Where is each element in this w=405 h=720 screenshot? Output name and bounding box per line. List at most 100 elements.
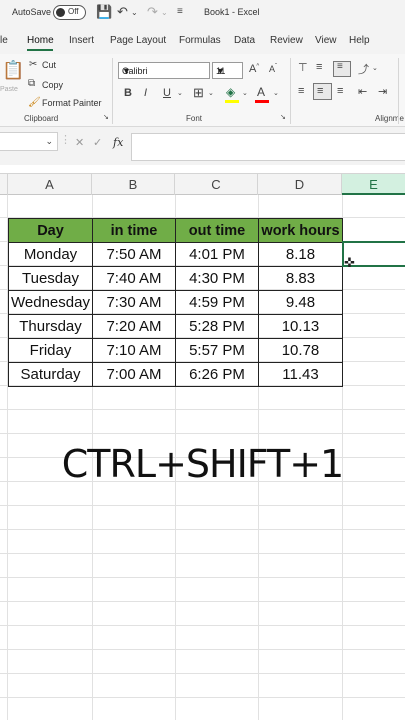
copy-icon[interactable]: ⧉ bbox=[28, 78, 35, 89]
header-cell-out-time[interactable]: out time bbox=[175, 218, 259, 243]
format-painter-button[interactable]: Format Painter bbox=[42, 98, 102, 108]
tab-home[interactable]: Home bbox=[27, 35, 54, 46]
table-row: Friday 7:10 AM 5:57 PM 10.78 bbox=[8, 338, 343, 363]
table-row: Monday 7:50 AM 4:01 PM 8.18 bbox=[8, 242, 343, 267]
font-name-select[interactable]: Calibri ▼ bbox=[118, 62, 210, 79]
formula-bar: ⌄ ⋮ ✕ ✓ fx bbox=[0, 127, 405, 165]
chevron-down-icon[interactable]: ⌄ bbox=[372, 64, 378, 72]
column-header-c[interactable]: C bbox=[175, 174, 258, 195]
ribbon-separator bbox=[398, 58, 399, 124]
table-cell[interactable]: 7:40 AM bbox=[92, 266, 176, 291]
fill-color-icon[interactable]: ◈ bbox=[226, 85, 235, 99]
insert-function-icon[interactable]: fx bbox=[113, 136, 123, 149]
bottom-align-icon: ≡ bbox=[337, 61, 343, 72]
table-cell[interactable]: 7:30 AM bbox=[92, 290, 176, 315]
header-cell-work-hours[interactable]: work hours bbox=[258, 218, 343, 243]
cut-button[interactable]: Cut bbox=[42, 60, 56, 70]
cancel-icon[interactable]: ✕ bbox=[75, 136, 84, 149]
column-header-b[interactable]: B bbox=[92, 174, 175, 195]
header-cell-in-time[interactable]: in time bbox=[92, 218, 176, 243]
table-header-row: Day in time out time work hours bbox=[8, 218, 343, 243]
enter-icon[interactable]: ✓ bbox=[93, 136, 102, 149]
tab-view[interactable]: View bbox=[315, 35, 337, 46]
table-cell[interactable]: Wednesday bbox=[8, 290, 93, 315]
chevron-down-icon: ▼ bbox=[216, 66, 225, 76]
redo-dropdown-icon[interactable]: ⌄ bbox=[161, 8, 168, 17]
paste-icon[interactable]: 📋 bbox=[2, 60, 24, 81]
align-right-icon[interactable]: ≡ bbox=[337, 85, 343, 97]
italic-button[interactable]: I bbox=[144, 87, 147, 99]
formula-input[interactable] bbox=[131, 133, 405, 161]
clipboard-launcher-icon[interactable]: ↘ bbox=[103, 113, 109, 121]
table-cell[interactable]: 5:28 PM bbox=[175, 314, 259, 339]
table-cell[interactable]: 4:59 PM bbox=[175, 290, 259, 315]
column-header-a[interactable]: A bbox=[8, 174, 92, 195]
tab-file[interactable]: le bbox=[0, 35, 8, 46]
chevron-down-icon[interactable]: ⌄ bbox=[177, 89, 183, 97]
table-cell[interactable]: 7:00 AM bbox=[92, 362, 176, 387]
font-launcher-icon[interactable]: ↘ bbox=[280, 113, 286, 121]
table-cell[interactable]: Saturday bbox=[8, 362, 93, 387]
decrease-indent-icon[interactable]: ⇤ bbox=[358, 85, 367, 98]
shrink-font-icon[interactable]: Aˇ bbox=[269, 64, 277, 74]
toggle-knob bbox=[56, 8, 65, 17]
tab-formulas[interactable]: Formulas bbox=[179, 35, 221, 46]
table-cell[interactable]: 5:57 PM bbox=[175, 338, 259, 363]
chevron-down-icon[interactable]: ⌄ bbox=[242, 89, 248, 97]
chevron-down-icon[interactable]: ⌄ bbox=[273, 89, 279, 97]
tab-help[interactable]: Help bbox=[349, 35, 370, 46]
table-cell[interactable]: Tuesday bbox=[8, 266, 93, 291]
table-cell[interactable]: 8.18 bbox=[258, 242, 343, 267]
format-painter-icon[interactable]: 🖌 bbox=[28, 97, 41, 108]
ribbon-separator bbox=[112, 58, 113, 124]
table-cell[interactable]: 7:50 AM bbox=[92, 242, 176, 267]
table-cell[interactable]: 8.83 bbox=[258, 266, 343, 291]
table-cell[interactable]: Friday bbox=[8, 338, 93, 363]
underline-button[interactable]: U bbox=[163, 87, 171, 99]
name-box[interactable]: ⌄ bbox=[0, 132, 58, 151]
autosave-toggle[interactable]: Off bbox=[53, 5, 86, 20]
chevron-down-icon[interactable]: ⌄ bbox=[208, 89, 214, 97]
header-cell-day[interactable]: Day bbox=[8, 218, 93, 243]
table-cell[interactable]: 6:26 PM bbox=[175, 362, 259, 387]
table-cell[interactable]: 11.43 bbox=[258, 362, 343, 387]
paste-label: Paste bbox=[0, 86, 18, 93]
tab-insert[interactable]: Insert bbox=[69, 35, 94, 46]
table-cell[interactable]: 4:30 PM bbox=[175, 266, 259, 291]
table-cell[interactable]: Thursday bbox=[8, 314, 93, 339]
column-header-d[interactable]: D bbox=[258, 174, 342, 195]
undo-icon[interactable]: ↶ bbox=[117, 4, 128, 20]
customize-icon[interactable]: ≡ bbox=[177, 6, 183, 17]
table-cell[interactable]: 7:10 AM bbox=[92, 338, 176, 363]
save-icon[interactable]: 💾 bbox=[96, 4, 112, 20]
increase-indent-icon[interactable]: ⇥ bbox=[378, 85, 387, 98]
column-header-e[interactable]: E bbox=[342, 174, 405, 195]
table-cell[interactable]: 10.78 bbox=[258, 338, 343, 363]
undo-dropdown-icon[interactable]: ⌄ bbox=[131, 8, 138, 17]
table-cell[interactable]: 7:20 AM bbox=[92, 314, 176, 339]
tab-data[interactable]: Data bbox=[234, 35, 255, 46]
grow-font-icon[interactable]: A^ bbox=[249, 63, 259, 75]
workbook-title: Book1 - Excel bbox=[204, 7, 260, 17]
tab-review[interactable]: Review bbox=[270, 35, 303, 46]
middle-align-icon[interactable]: ≡ bbox=[316, 61, 322, 73]
table-cell[interactable]: 4:01 PM bbox=[175, 242, 259, 267]
top-align-icon[interactable]: ⊤ bbox=[298, 61, 308, 74]
cut-icon[interactable]: ✂ bbox=[29, 59, 37, 70]
menu-bar: le Home Insert Page Layout Formulas Data… bbox=[0, 26, 405, 54]
table-cell[interactable]: Monday bbox=[8, 242, 93, 267]
orientation-icon[interactable]: ⤴ bbox=[358, 61, 369, 77]
bold-button[interactable]: B bbox=[124, 87, 132, 99]
tab-page-layout[interactable]: Page Layout bbox=[110, 35, 166, 46]
table-cell[interactable]: 9.48 bbox=[258, 290, 343, 315]
cell-cursor-icon: ✜ bbox=[344, 255, 355, 270]
chevron-down-icon: ▼ bbox=[122, 66, 131, 76]
font-color-icon[interactable]: A bbox=[257, 85, 265, 99]
redo-icon[interactable]: ↷ bbox=[147, 4, 158, 20]
select-all-corner[interactable] bbox=[0, 174, 8, 195]
table-cell[interactable]: 10.13 bbox=[258, 314, 343, 339]
copy-button[interactable]: Copy bbox=[42, 80, 63, 90]
font-size-select[interactable]: 11 ▼ bbox=[212, 62, 243, 79]
borders-icon[interactable]: ⊞ bbox=[193, 85, 204, 101]
align-left-icon[interactable]: ≡ bbox=[298, 85, 304, 97]
